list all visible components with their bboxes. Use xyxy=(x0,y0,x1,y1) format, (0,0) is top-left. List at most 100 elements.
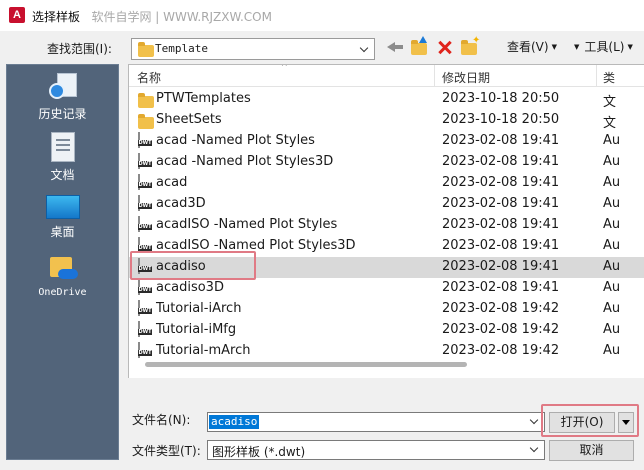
filetype-dropdown[interactable]: 图形样板 (*.dwt) xyxy=(207,440,545,460)
column-header-date[interactable]: 修改日期 xyxy=(442,69,490,86)
filename-label: 文件名(N): xyxy=(132,413,191,427)
place-onedrive[interactable]: OneDrive xyxy=(7,255,118,298)
highlight-selected-file xyxy=(130,251,256,280)
tools-label: 工具(L) xyxy=(584,40,625,54)
dwt-file-icon xyxy=(138,321,140,337)
file-type: Au xyxy=(603,217,621,232)
file-row[interactable]: acad 2023-02-08 19:41 Au xyxy=(129,173,644,194)
place-label: 文档 xyxy=(50,168,75,182)
look-in-label: 查找范围(I): xyxy=(47,42,112,56)
file-name: acadISO -Named Plot Styles xyxy=(156,217,338,232)
place-documents[interactable]: 文档 xyxy=(7,132,118,183)
documents-icon xyxy=(50,132,75,162)
file-date: 2023-02-08 19:41 xyxy=(442,280,560,295)
file-row[interactable]: acadISO -Named Plot Styles 2023-02-08 19:… xyxy=(129,215,644,236)
tools-menu[interactable]: ▼ 工具(L) ▼ xyxy=(574,38,633,55)
file-type: Au xyxy=(603,175,621,190)
look-in-value: Template xyxy=(155,42,208,55)
highlight-open-button xyxy=(541,404,639,437)
file-row[interactable]: acadiso3D 2023-02-08 19:41 Au xyxy=(129,278,644,299)
file-date: 2023-02-08 19:41 xyxy=(442,175,560,190)
place-desktop[interactable]: 桌面 xyxy=(7,195,118,240)
file-type: 文 xyxy=(603,116,617,131)
file-type: Au xyxy=(603,196,621,211)
file-type: Au xyxy=(603,280,621,295)
file-type: Au xyxy=(603,133,621,148)
history-icon xyxy=(48,73,77,101)
window-title: 选择样板 软件自学网 | WWW.RJZXW.COM xyxy=(32,8,272,25)
file-date: 2023-02-08 19:41 xyxy=(442,259,560,274)
back-arrow-icon[interactable] xyxy=(386,37,404,57)
list-header: ^ 名称 修改日期 类 xyxy=(129,65,644,87)
column-header-type[interactable]: 类 xyxy=(603,69,615,86)
file-list[interactable]: ^ 名称 修改日期 类 PTWTemplates 2023-10-18 20:50… xyxy=(128,64,644,378)
dwt-file-icon xyxy=(138,132,140,148)
new-folder-icon[interactable]: ✦ xyxy=(460,36,480,57)
file-name: acad -Named Plot Styles3D xyxy=(156,154,334,169)
sort-ascending-icon: ^ xyxy=(281,64,288,71)
filename-field[interactable]: acadiso xyxy=(207,412,545,432)
filetype-label: 文件类型(T): xyxy=(132,444,201,458)
file-row[interactable]: acad -Named Plot Styles 2023-02-08 19:41 A… xyxy=(129,131,644,152)
file-name: Tutorial-iMfg xyxy=(156,322,237,337)
file-date: 2023-10-18 20:50 xyxy=(442,91,560,106)
file-row[interactable]: Tutorial-mArch 2023-02-08 19:42 Au xyxy=(129,341,644,362)
file-row[interactable]: PTWTemplates 2023-10-18 20:50 文 xyxy=(129,89,644,110)
file-row[interactable]: Tutorial-iMfg 2023-02-08 19:42 Au xyxy=(129,320,644,341)
file-name: SheetSets xyxy=(156,112,222,127)
file-name: acadiso3D xyxy=(156,280,224,295)
place-label: 历史记录 xyxy=(38,107,87,121)
file-type: Au xyxy=(603,154,621,169)
caret-down-icon: ▼ xyxy=(627,43,633,51)
file-row[interactable]: SheetSets 2023-10-18 20:50 文 xyxy=(129,110,644,131)
cancel-button[interactable]: 取消 xyxy=(549,440,634,461)
file-type: Au xyxy=(603,322,621,337)
file-name: Tutorial-iArch xyxy=(156,301,242,316)
watermark-text: 软件自学网 | WWW.RJZXW.COM xyxy=(91,10,272,24)
chevron-down-icon[interactable] xyxy=(356,39,374,59)
filename-value[interactable]: acadiso xyxy=(209,415,260,429)
views-menu[interactable]: 查看(V) ▼ xyxy=(507,38,557,55)
views-label: 查看(V) xyxy=(507,40,549,54)
file-date: 2023-10-18 20:50 xyxy=(442,112,560,127)
delete-icon[interactable] xyxy=(436,37,454,57)
title-bar: A 选择样板 软件自学网 | WWW.RJZXW.COM xyxy=(0,0,644,31)
file-date: 2023-02-08 19:42 xyxy=(442,301,560,316)
file-name: acad -Named Plot Styles xyxy=(156,133,315,148)
up-folder-icon[interactable] xyxy=(410,36,430,57)
dwt-file-icon xyxy=(138,342,140,358)
file-name: Tutorial-mArch xyxy=(156,343,251,358)
column-header-name[interactable]: 名称 xyxy=(137,69,161,86)
dialog-title: 选择样板 xyxy=(32,10,81,24)
file-name: acad xyxy=(156,175,188,190)
filetype-value: 图形样板 (*.dwt) xyxy=(212,445,306,459)
look-in-dropdown[interactable]: Template xyxy=(131,38,375,60)
folder-icon xyxy=(138,112,154,132)
places-bar: 历史记录 文档 桌面 OneDrive xyxy=(6,64,119,460)
dwt-file-icon xyxy=(138,153,140,169)
chevron-down-icon[interactable] xyxy=(526,441,544,459)
horizontal-scrollbar[interactable] xyxy=(145,362,467,367)
onedrive-icon xyxy=(48,255,78,283)
place-label: 桌面 xyxy=(50,225,75,239)
file-type: Au xyxy=(603,343,621,358)
file-type: Au xyxy=(603,301,621,316)
file-name: PTWTemplates xyxy=(156,91,251,106)
file-row[interactable]: acad3D 2023-02-08 19:41 Au xyxy=(129,194,644,215)
file-date: 2023-02-08 19:41 xyxy=(442,196,560,211)
dwt-file-icon xyxy=(138,216,140,232)
file-type: Au xyxy=(603,259,621,274)
file-date: 2023-02-08 19:41 xyxy=(442,154,560,169)
dwt-file-icon xyxy=(138,237,140,253)
place-history[interactable]: 历史记录 xyxy=(7,73,118,122)
file-row[interactable]: acad -Named Plot Styles3D 2023-02-08 19:4… xyxy=(129,152,644,173)
dwt-file-icon xyxy=(138,195,140,211)
file-row[interactable]: Tutorial-iArch 2023-02-08 19:42 Au xyxy=(129,299,644,320)
file-date: 2023-02-08 19:41 xyxy=(442,238,560,253)
dwt-file-icon xyxy=(138,279,140,295)
file-type: Au xyxy=(603,238,621,253)
desktop-icon xyxy=(45,195,80,219)
file-date: 2023-02-08 19:42 xyxy=(442,343,560,358)
file-date: 2023-02-08 19:41 xyxy=(442,133,560,148)
place-label: OneDrive xyxy=(38,287,87,298)
